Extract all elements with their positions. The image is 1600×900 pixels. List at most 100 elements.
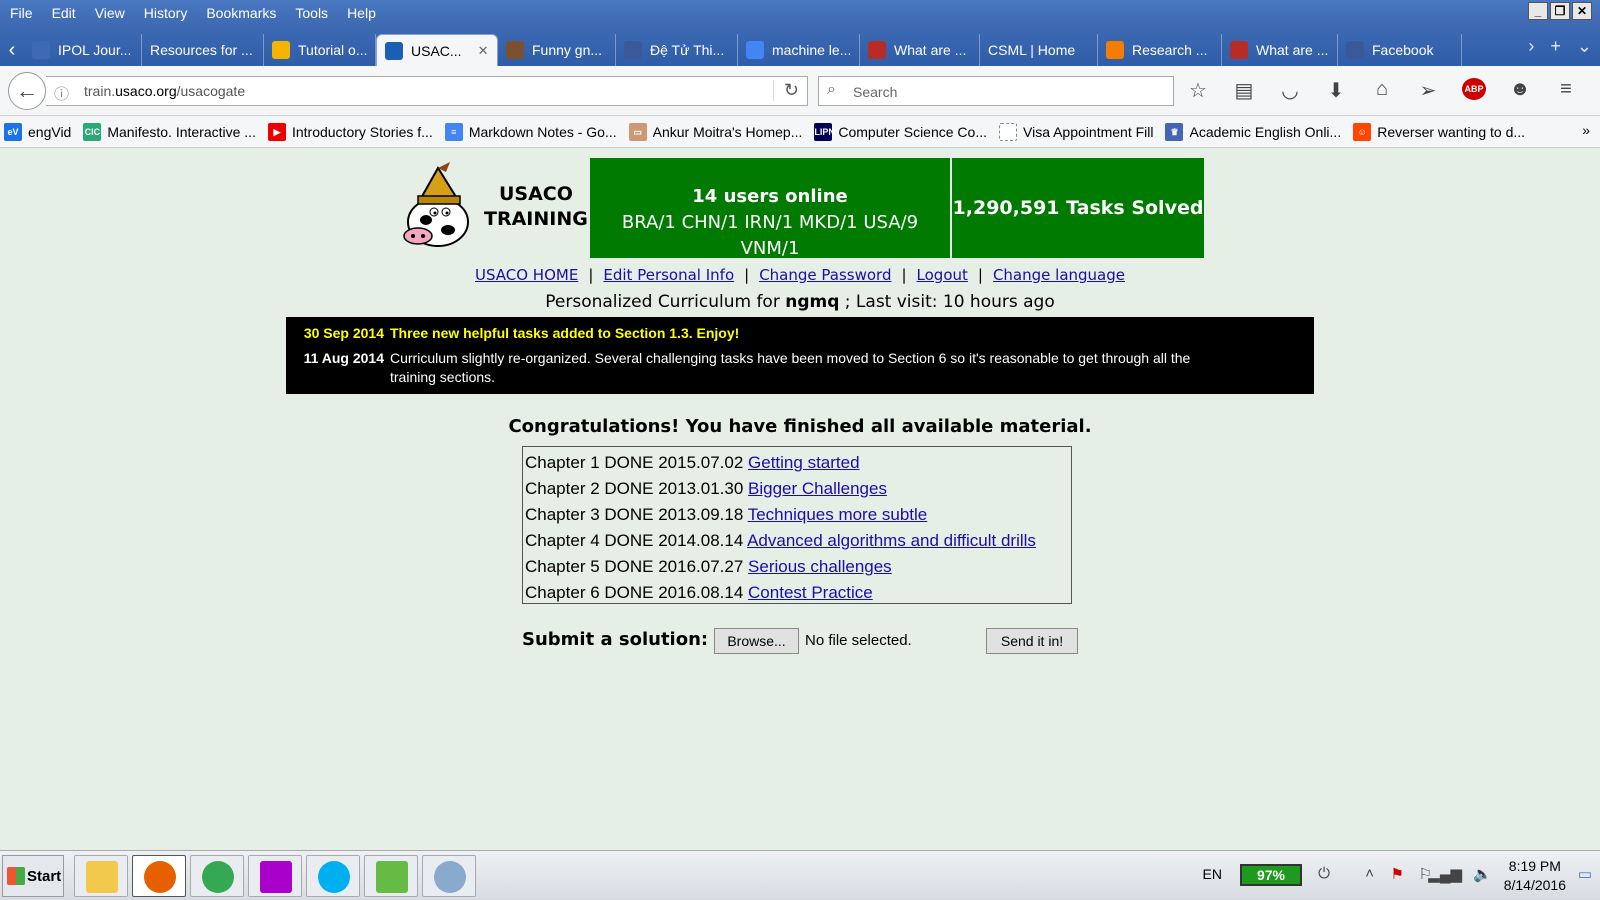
language-indicator[interactable]: EN — [1203, 866, 1222, 882]
reading-list-icon[interactable]: ▤ — [1232, 78, 1256, 103]
url-text[interactable]: train.usaco.org/usacogate — [84, 83, 245, 99]
hamburger-menu-icon[interactable]: ≡ — [1554, 78, 1578, 103]
taskbar-app[interactable] — [364, 855, 418, 897]
power-plug-icon[interactable]: ⏻ — [1318, 865, 1330, 882]
bookmark-item[interactable]: ▭ Ankur Moitra's Homep... — [628, 122, 803, 141]
send-it-in-button[interactable]: Send it in! — [986, 628, 1078, 654]
bookmark-label: Ankur Moitra's Homep... — [652, 123, 803, 140]
taskbar-app[interactable] — [248, 855, 302, 897]
site-info-icon[interactable]: ⓘ — [54, 83, 69, 104]
taskbar-app[interactable] — [132, 855, 186, 897]
search-placeholder: Search — [853, 84, 898, 100]
quora-icon — [1230, 41, 1248, 59]
taskbar-app[interactable] — [74, 855, 128, 897]
bookmark-favicon-icon: eV — [4, 122, 22, 141]
tab-5[interactable]: Funny gn... — [498, 34, 616, 66]
show-desktop-icon[interactable]: ▭ — [1578, 865, 1592, 883]
tab-10[interactable]: Research ... — [1098, 34, 1222, 66]
bookmark-item[interactable]: ≡ Markdown Notes - Go... — [444, 122, 617, 141]
bookmark-favicon-icon — [999, 122, 1017, 141]
bookmark-label: Academic English Onli... — [1189, 123, 1342, 140]
bookmark-item[interactable]: ♛ Academic English Onli... — [1165, 122, 1342, 141]
bookmark-label: Markdown Notes - Go... — [468, 123, 617, 140]
change-password-link[interactable]: Change Password — [759, 266, 891, 284]
chapter-link[interactable]: Contest Practice — [748, 583, 873, 602]
volume-icon[interactable]: 🔈 — [1473, 865, 1492, 883]
browse-button[interactable]: Browse... — [714, 628, 799, 654]
chapter-link[interactable]: Advanced algorithms and difficult drills — [747, 531, 1036, 550]
signal-icon[interactable]: ▂▄▆ — [1428, 865, 1462, 883]
chapter-row: Chapter 2 DONE 2013.01.30 Bigger Challen… — [525, 479, 887, 498]
logo-line-usaco: USACO — [498, 183, 573, 205]
taskbar-app[interactable] — [306, 855, 360, 897]
show-hidden-icons-icon[interactable]: ˄ — [1365, 865, 1374, 882]
tab-scroll-left-icon[interactable]: ‹ — [0, 39, 24, 62]
adblock-icon[interactable]: ABP — [1462, 78, 1486, 100]
tab-9[interactable]: CSML | Home — [980, 34, 1098, 66]
download-icon[interactable]: ⬇ — [1324, 78, 1348, 103]
chapter-link[interactable]: Techniques more subtle — [748, 505, 928, 524]
menu-tools[interactable]: Tools — [295, 5, 328, 21]
tab-scroll-right-icon[interactable]: › — [1528, 36, 1534, 57]
bookmark-item[interactable]: ▶ Introductory Stories f... — [267, 122, 433, 141]
username: ngmq — [785, 292, 840, 312]
bookmark-favicon-icon: ♛ — [1165, 122, 1184, 141]
new-tab-icon[interactable]: + — [1550, 36, 1561, 57]
menu-file[interactable]: File — [10, 5, 33, 21]
tab-6[interactable]: Đệ Tử Thi... — [616, 34, 738, 66]
bookmark-star-icon[interactable]: ☆ — [1186, 78, 1210, 103]
bookmark-item[interactable]: Visa Appointment Fill — [999, 122, 1153, 141]
restore-button[interactable]: ❐ — [1550, 2, 1570, 20]
send-icon[interactable]: ➢ — [1416, 78, 1440, 103]
bookmark-item[interactable]: ☺ Reverser wanting to d... — [1353, 122, 1525, 141]
chat-icon[interactable]: ☻ — [1508, 78, 1532, 103]
facebook-icon — [1346, 41, 1364, 59]
chapter-row: Chapter 4 DONE 2014.08.14 Advanced algor… — [525, 531, 1036, 550]
close-tab-icon[interactable]: ✕ — [478, 43, 489, 59]
tab-11[interactable]: What are ... — [1222, 34, 1338, 66]
submit-solution-label: Submit a solution: — [522, 629, 709, 650]
logout-link[interactable]: Logout — [917, 266, 968, 284]
usaco-cow-logo — [403, 162, 469, 247]
menu-help[interactable]: Help — [347, 5, 376, 21]
minimize-button[interactable]: _ — [1528, 2, 1548, 20]
reload-icon[interactable]: ↻ — [772, 80, 799, 101]
bookmark-item[interactable]: eV engVid — [4, 122, 71, 141]
tab-list-icon[interactable]: ⌄ — [1577, 36, 1592, 57]
chapter-link[interactable]: Bigger Challenges — [748, 479, 887, 498]
start-button[interactable]: Start — [2, 855, 64, 897]
bookmark-item[interactable]: LIPN Computer Science Co... — [814, 122, 987, 141]
url-bar[interactable]: ⓘ train.usaco.org/usacogate ↻ — [46, 76, 808, 106]
battery-indicator[interactable]: 97% — [1240, 864, 1302, 886]
home-icon[interactable]: ⌂ — [1370, 78, 1394, 103]
close-button[interactable]: ✕ — [1572, 2, 1592, 20]
tab-2[interactable]: Resources for ... — [142, 34, 264, 66]
pocket-icon[interactable]: ◡ — [1278, 78, 1302, 103]
edit-personal-info-link[interactable]: Edit Personal Info — [603, 266, 734, 284]
taskbar-app[interactable] — [190, 855, 244, 897]
usaco-home-link[interactable]: USACO HOME — [475, 266, 578, 284]
bookmarks-overflow-icon[interactable]: » — [1582, 122, 1590, 138]
tab-3[interactable]: Tutorial o... — [264, 34, 376, 66]
users-online-box: 14 users online BRA/1 CHN/1 IRN/1 MKD/1 … — [590, 158, 950, 259]
search-input[interactable]: ⌕ Search — [818, 76, 1174, 106]
menu-history[interactable]: History — [144, 5, 188, 21]
chapter-link[interactable]: Getting started — [748, 453, 860, 472]
taskbar-app[interactable] — [422, 855, 476, 897]
menu-bar: File Edit View History Bookmarks Tools H… — [0, 0, 395, 26]
back-button[interactable]: ← — [8, 72, 46, 110]
tab-7[interactable]: machine le... — [738, 34, 860, 66]
chapter-link[interactable]: Serious challenges — [748, 557, 892, 576]
tab-4[interactable]: USAC... ✕ — [376, 34, 498, 66]
users-online-countries: BRA/1 CHN/1 IRN/1 MKD/1 USA/9 VNM/1 — [621, 212, 919, 259]
bookmark-item[interactable]: CIC Manifesto. Interactive ... — [83, 122, 256, 141]
change-language-link[interactable]: Change language — [993, 266, 1125, 284]
menu-bookmarks[interactable]: Bookmarks — [206, 5, 276, 21]
menu-edit[interactable]: Edit — [52, 5, 76, 21]
clock[interactable]: 8:19 PM 8/14/2016 — [1504, 857, 1566, 895]
network-error-icon[interactable]: ⚑ — [1391, 865, 1404, 883]
tab-1[interactable]: IPOL Jour... — [24, 34, 142, 66]
tab-12[interactable]: Facebook — [1338, 34, 1462, 66]
tab-8[interactable]: What are ... — [860, 34, 980, 66]
menu-view[interactable]: View — [95, 5, 125, 21]
